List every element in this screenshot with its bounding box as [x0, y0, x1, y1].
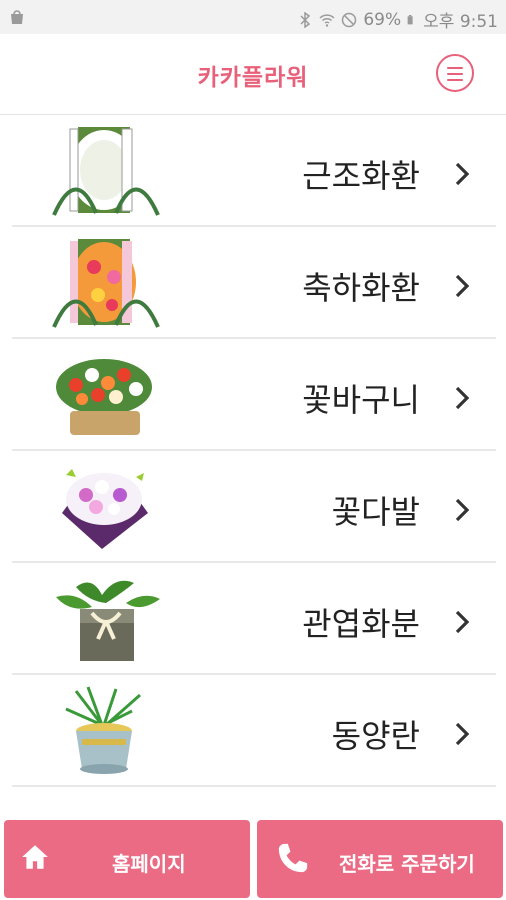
- clock: 오후 9:51: [423, 12, 498, 32]
- celebration-wreath-image: [52, 239, 160, 328]
- do-not-disturb-icon: [342, 12, 357, 27]
- bluetooth-icon: [300, 11, 311, 28]
- hamburger-menu-icon: [447, 79, 463, 81]
- category-item-funeral-wreath[interactable]: 근조화환: [12, 115, 496, 227]
- category-item-flower-bouquet[interactable]: 꽃다발: [12, 451, 496, 563]
- category-label: 꽃다발: [331, 493, 420, 531]
- app-header: 카카플라워: [0, 34, 506, 115]
- phone-order-label: 전화로 주문하기: [339, 852, 475, 876]
- homepage-label: 홈페이지: [112, 852, 186, 876]
- shopping-bag-icon: [11, 10, 23, 24]
- category-item-flower-basket[interactable]: 꽃바구니: [12, 339, 496, 451]
- category-label: 꽃바구니: [302, 381, 420, 419]
- battery-percent: 69%: [363, 9, 402, 30]
- app-title: 카카플라워: [197, 65, 309, 91]
- homepage-button[interactable]: 홈페이지: [4, 820, 250, 898]
- category-label: 동양란: [331, 717, 420, 755]
- chevron-right-icon: [455, 274, 470, 298]
- chevron-right-icon: [455, 162, 470, 186]
- phone-icon: [278, 843, 308, 873]
- oriental-orchid-image: [65, 686, 141, 774]
- category-label: 축하화환: [302, 269, 420, 307]
- home-icon: [22, 845, 48, 869]
- category-list: 근조화환 축하화환 꽃바구니 꽃다발 관엽화분 동양란: [12, 115, 496, 787]
- category-item-oriental-orchid[interactable]: 동양란: [12, 675, 496, 787]
- category-label: 근조화환: [302, 157, 420, 195]
- wifi-icon: [319, 13, 335, 27]
- foliage-plant-image: [56, 580, 160, 661]
- category-item-celebration-wreath[interactable]: 축하화환: [12, 227, 496, 339]
- flower-basket-image: [56, 359, 152, 435]
- menu-button[interactable]: [436, 54, 474, 92]
- hamburger-menu-icon: [447, 67, 463, 69]
- chevron-right-icon: [455, 386, 470, 410]
- funeral-wreath-image: [52, 127, 160, 216]
- chevron-right-icon: [455, 610, 470, 634]
- status-bar: 69% 오후 9:51: [0, 0, 506, 34]
- category-item-foliage-plant[interactable]: 관엽화분: [12, 563, 496, 675]
- battery-icon: [407, 14, 413, 24]
- bottom-action-bar: 홈페이지 전화로 주문하기: [0, 818, 506, 900]
- flower-bouquet-image: [62, 469, 148, 549]
- category-label: 관엽화분: [302, 605, 420, 643]
- chevron-right-icon: [455, 498, 470, 522]
- hamburger-menu-icon: [447, 73, 463, 75]
- phone-order-button[interactable]: 전화로 주문하기: [257, 820, 503, 898]
- chevron-right-icon: [455, 722, 470, 746]
